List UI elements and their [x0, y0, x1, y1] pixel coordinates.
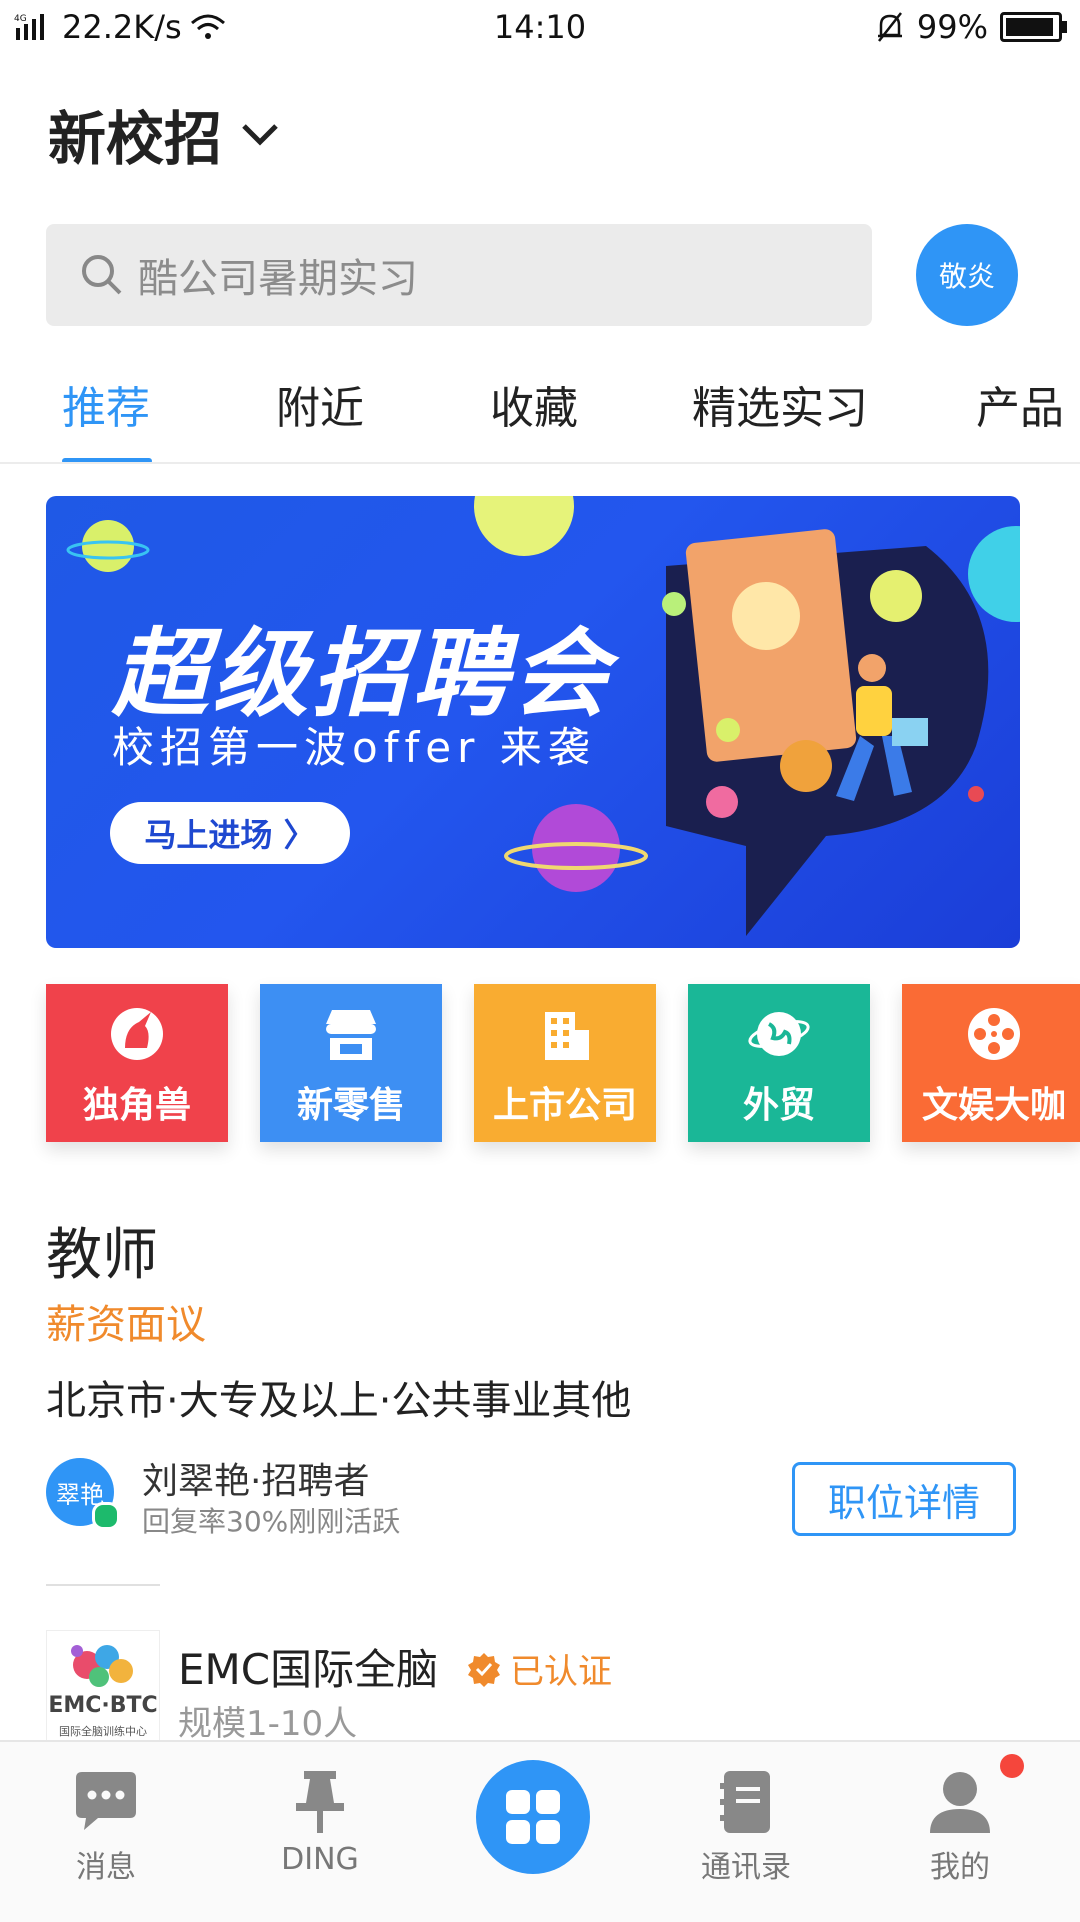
globe-icon: [748, 1012, 810, 1056]
divider: [46, 1584, 160, 1586]
banner-subtitle: 校招第一波offer 来袭: [112, 723, 596, 772]
building-icon: [545, 1012, 589, 1060]
category-foreign-trade[interactable]: 外贸: [688, 984, 870, 1142]
nav-label: 我的: [930, 1850, 990, 1885]
nav-apps-button[interactable]: [476, 1760, 590, 1874]
tab-product[interactable]: 产品: [976, 372, 1064, 436]
contacts-icon: [720, 1771, 770, 1833]
search-icon: [82, 255, 122, 295]
pin-icon: [296, 1771, 344, 1833]
tab-recommend[interactable]: 推荐: [62, 372, 150, 436]
category-label: 上市公司: [492, 1085, 637, 1126]
nav-profile[interactable]: 我的: [890, 1762, 1030, 1886]
divider: [0, 462, 1080, 464]
company-name[interactable]: EMC国际全脑: [178, 1636, 438, 1697]
category-label: 文娱大咖: [922, 1085, 1067, 1126]
tab-bar: 推荐 附近 收藏 精选实习 产品: [0, 372, 1080, 464]
message-icon: [76, 1772, 136, 1830]
verified-text: 已认证: [510, 1652, 612, 1692]
nav-ding[interactable]: DING: [250, 1762, 390, 1877]
status-bar: 4G 22.2K/s 14:10 99%: [0, 0, 1080, 60]
job-salary: 薪资面议: [46, 1302, 206, 1348]
org-name: 新校招: [48, 105, 223, 173]
company-logo-subtext: 国际全脑训练中心: [59, 1725, 147, 1738]
nav-label: DING: [281, 1842, 359, 1877]
recruiter-status: 回复率30%刚刚活跃: [142, 1505, 401, 1538]
category-entertainment[interactable]: 文娱大咖: [902, 984, 1080, 1142]
category-listed-company[interactable]: 上市公司: [474, 984, 656, 1142]
category-new-retail[interactable]: 新零售: [260, 984, 442, 1142]
verified-badge-icon: [468, 1652, 500, 1687]
company-logo-text: EMC·BTC: [48, 1693, 158, 1718]
search-placeholder: 酷公司暑期实习: [138, 256, 418, 302]
apps-grid-icon: [506, 1790, 560, 1844]
nav-label: 通讯录: [701, 1850, 791, 1885]
nav-contacts[interactable]: 通讯录: [676, 1762, 816, 1886]
recruiter-name: 刘翠艳·招聘者: [142, 1461, 370, 1502]
category-unicorn[interactable]: 独角兽: [46, 984, 228, 1142]
category-label: 外贸: [742, 1085, 815, 1126]
mute-bell-icon: [877, 12, 902, 42]
film-reel-icon: [968, 1008, 1020, 1060]
company-logo-art: [71, 1645, 133, 1687]
notification-dot: [1000, 1754, 1024, 1778]
tab-nearby[interactable]: 附近: [276, 372, 364, 436]
profile-icon: [930, 1772, 990, 1833]
org-switcher[interactable]: 新校招: [48, 92, 280, 176]
bottom-nav: 消息 DING 通讯录 我的: [0, 1740, 1080, 1922]
search-input[interactable]: 酷公司暑期实习: [46, 224, 872, 326]
verified-label: 已认证: [466, 1644, 612, 1693]
user-avatar[interactable]: 敬炎: [916, 224, 1018, 326]
online-badge-icon: [92, 1502, 120, 1530]
tab-internships[interactable]: 精选实习: [692, 372, 868, 436]
chevron-down-icon: [242, 124, 278, 146]
nav-messages[interactable]: 消息: [36, 1762, 176, 1886]
battery-percent: 99%: [916, 8, 988, 46]
unicorn-icon: [111, 1008, 163, 1060]
battery-icon: [1000, 12, 1067, 42]
tab-favorites[interactable]: 收藏: [490, 372, 578, 436]
category-label: 新零售: [296, 1085, 405, 1126]
company-logo[interactable]: EMC·BTC 国际全脑训练中心: [46, 1630, 160, 1742]
job-meta: 北京市·大专及以上·公共事业其他: [46, 1378, 632, 1424]
enter-now-button[interactable]: 马上进场 〉: [110, 802, 350, 864]
promo-banner[interactable]: 超级招聘会 校招第一波offer 来袭 马上进场 〉: [46, 496, 1020, 948]
store-icon: [326, 1010, 376, 1060]
nav-label: 消息: [76, 1850, 136, 1885]
job-detail-button[interactable]: 职位详情: [792, 1462, 1016, 1536]
company-size: 规模1-10人: [178, 1704, 358, 1744]
job-title[interactable]: 教师: [46, 1210, 158, 1291]
category-label: 独角兽: [82, 1085, 191, 1126]
